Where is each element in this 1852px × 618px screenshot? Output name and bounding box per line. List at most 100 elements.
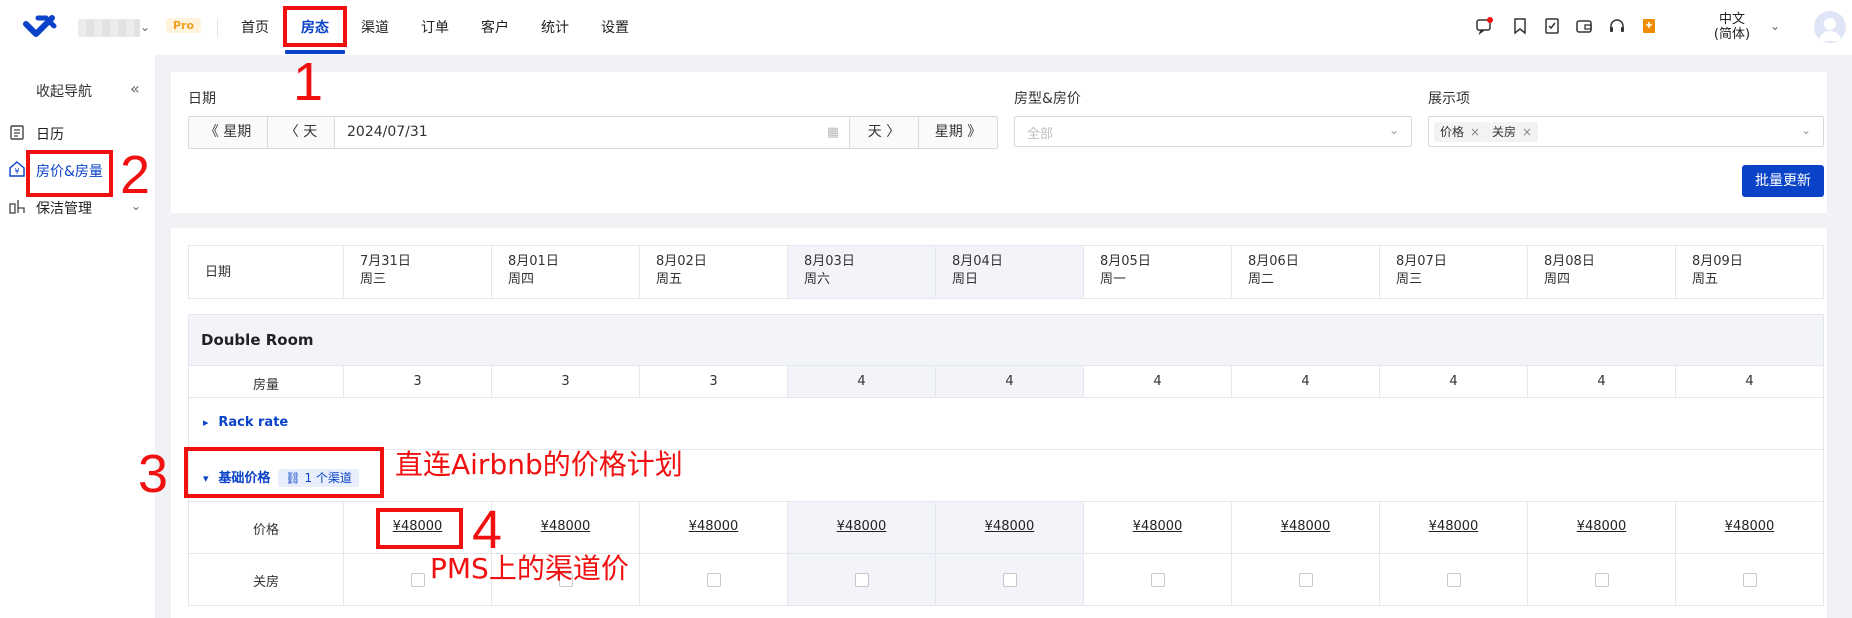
price-cell: ¥48000 [1232, 502, 1380, 554]
display-items-select[interactable]: 价格 × 关房 × ⌄ [1428, 116, 1824, 147]
collapse-nav-label[interactable]: 收起导航 [36, 81, 92, 101]
prev-week-button[interactable]: 《 星期 [189, 117, 267, 148]
close-room-checkbox[interactable] [1595, 573, 1609, 587]
close-room-checkbox[interactable] [1151, 573, 1165, 587]
inventory-value[interactable]: 4 [1232, 374, 1379, 389]
inventory-value[interactable]: 4 [788, 374, 935, 389]
price-link[interactable]: ¥48000 [1429, 519, 1479, 534]
price-link[interactable]: ¥48000 [1133, 519, 1183, 534]
next-day-button[interactable]: 天 〉 [850, 117, 918, 148]
close-room-cell [1084, 554, 1232, 606]
close-room-cell [1232, 554, 1380, 606]
inventory-value[interactable]: 4 [1528, 374, 1675, 389]
price-link[interactable]: ¥48000 [837, 519, 887, 534]
calendar-icon[interactable]: ▦ [827, 117, 839, 148]
chevron-down-icon[interactable]: ⌄ [140, 20, 150, 34]
message-icon[interactable] [1475, 17, 1493, 35]
nav-orders[interactable]: 订单 [421, 17, 449, 37]
price-link[interactable]: ¥48000 [985, 519, 1035, 534]
inventory-value[interactable]: 4 [1380, 374, 1527, 389]
price-cell: ¥48000 [640, 502, 788, 554]
close-room-checkbox[interactable] [855, 573, 869, 587]
inventory-cell: 4 [936, 366, 1084, 398]
cleaning-icon [9, 200, 25, 214]
next-week-button[interactable]: 星期 》 [919, 117, 997, 148]
close-room-checkbox[interactable] [1743, 573, 1757, 587]
room-type-name: Double Room [201, 331, 314, 349]
remove-tag-icon[interactable]: × [1522, 125, 1532, 139]
language-selector[interactable]: 中文 (简体) [1707, 12, 1757, 42]
close-room-label: 关房 [252, 575, 279, 590]
nav-channels[interactable]: 渠道 [361, 17, 389, 37]
chevron-down-icon[interactable]: ⌄ [1770, 19, 1780, 33]
inventory-value[interactable]: 3 [640, 374, 787, 389]
date-label: 8月03日 [804, 254, 855, 269]
date-column-header: 8月09日 周五 [1676, 245, 1824, 299]
date-label: 8月07日 [1396, 254, 1447, 269]
date-navigator: 《 星期 〈 天 2024/07/31 ▦ 天 〉 星期 》 [188, 116, 998, 149]
inventory-value[interactable]: 3 [492, 374, 639, 389]
checklist-icon[interactable] [1543, 17, 1561, 35]
date-input[interactable]: 2024/07/31 ▦ [335, 117, 849, 148]
annotation-box-3 [184, 447, 384, 498]
date-header-label: 日期 [205, 265, 232, 280]
nav-home[interactable]: 首页 [241, 17, 269, 37]
inventory-value[interactable]: 4 [1084, 374, 1231, 389]
close-room-checkbox[interactable] [707, 573, 721, 587]
weekday-label: 周一 [1100, 272, 1127, 287]
remove-tag-icon[interactable]: × [1470, 125, 1480, 139]
price-link[interactable]: ¥48000 [1577, 519, 1627, 534]
date-value: 2024/07/31 [347, 124, 428, 140]
inventory-cell: 4 [1232, 366, 1380, 398]
close-room-checkbox[interactable] [1003, 573, 1017, 587]
price-tag-icon: ¥ [9, 161, 25, 177]
price-cell: ¥48000 [1380, 502, 1528, 554]
display-tag-close: 关房 × [1486, 122, 1539, 142]
nav-customers[interactable]: 客户 [481, 17, 509, 37]
close-room-cell [1380, 554, 1528, 606]
close-room-checkbox[interactable] [1447, 573, 1461, 587]
headset-icon[interactable] [1608, 17, 1626, 35]
caret-right-icon[interactable]: ▸ [203, 416, 212, 429]
price-link[interactable]: ¥48000 [1281, 519, 1331, 534]
close-room-checkbox[interactable] [411, 573, 425, 587]
price-link[interactable]: ¥48000 [1725, 519, 1775, 534]
close-room-checkbox[interactable] [1299, 573, 1313, 587]
nav-statistics[interactable]: 统计 [541, 17, 569, 37]
date-header-cell: 日期 [188, 245, 344, 299]
app-logo[interactable] [22, 12, 62, 42]
notebook-icon[interactable] [1640, 17, 1658, 35]
weekday-label: 周四 [1544, 272, 1571, 287]
bookmark-icon[interactable] [1511, 17, 1529, 35]
close-room-cell [1528, 554, 1676, 606]
date-column-header: 8月06日 周二 [1232, 245, 1380, 299]
inventory-value[interactable]: 3 [344, 374, 491, 389]
nav-settings[interactable]: 设置 [601, 17, 629, 37]
date-column-header: 8月07日 周三 [1380, 245, 1528, 299]
prev-day-button[interactable]: 〈 天 [268, 117, 334, 148]
inventory-value[interactable]: 4 [1676, 374, 1823, 389]
organization-name[interactable] [78, 19, 140, 37]
price-link[interactable]: ¥48000 [541, 519, 591, 534]
rate-plan-name[interactable]: Rack rate [218, 415, 288, 430]
date-column-header: 8月03日 周六 [788, 245, 936, 299]
double-chevron-left-icon[interactable]: « [130, 79, 140, 98]
close-room-cell [640, 554, 788, 606]
inventory-value[interactable]: 4 [936, 374, 1083, 389]
batch-update-button[interactable]: 批量更新 [1742, 165, 1824, 197]
avatar[interactable] [1814, 11, 1846, 43]
price-link[interactable]: ¥48000 [689, 519, 739, 534]
price-cell-content: ¥48000 [1084, 519, 1231, 534]
sidebar-item-label: 保洁管理 [36, 201, 92, 217]
price-label: 价格 [252, 523, 279, 538]
weekday-label: 周四 [508, 272, 535, 287]
rate-plan-toggle[interactable]: ▸ Rack rate [203, 415, 288, 430]
price-cell-content: ¥48000 [1676, 519, 1823, 534]
room-type-select[interactable]: 全部 ⌄ [1014, 116, 1412, 147]
annotation-box-4 [376, 508, 463, 549]
price-cell: ¥48000 [1528, 502, 1676, 554]
wallet-icon[interactable] [1575, 17, 1593, 35]
filter-panel: 日期 《 星期 〈 天 2024/07/31 ▦ 天 〉 星期 》 房型&房价 … [171, 72, 1827, 213]
language-line-2: (简体) [1713, 27, 1751, 42]
weekday-label: 周三 [360, 272, 387, 287]
